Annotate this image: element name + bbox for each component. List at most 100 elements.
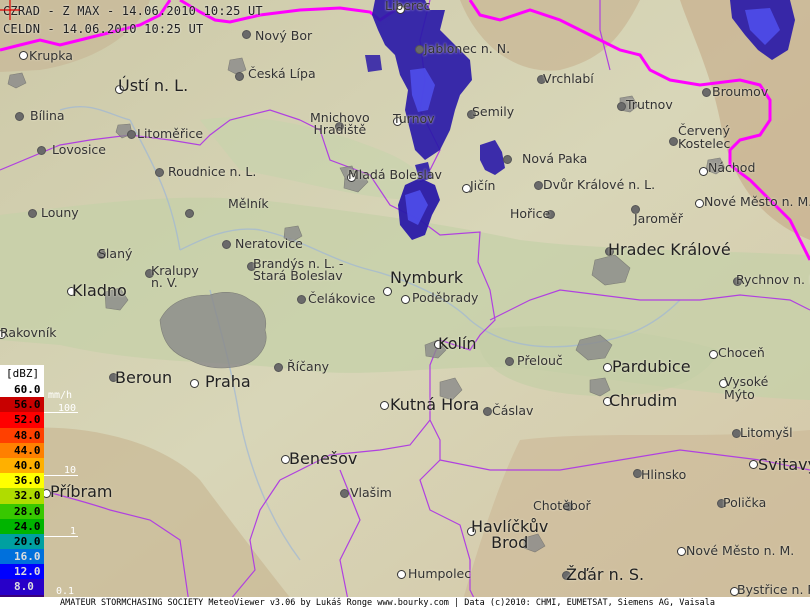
place-label-caslav: Čáslav (492, 403, 534, 418)
place-label-lovosice: Lovosice (52, 142, 106, 157)
legend-row: 8.0 (0, 579, 44, 595)
place-label-nachod: Náchod (708, 160, 756, 175)
place-marker-nova-paka (503, 155, 512, 164)
rate-label-10: 10 (64, 465, 77, 476)
place-label-prelouc: Přelouč (517, 353, 563, 368)
place-label-cerveny-kostelec: Červený Kostelec (678, 123, 731, 151)
legend-row: 36.0 (0, 473, 44, 489)
place-label-kutna-hora: Kutná Hora (390, 395, 480, 414)
place-label-kolin: Kolín (438, 334, 477, 353)
rate-label-0-1: 0.1 (56, 586, 75, 597)
place-marker-broumov (702, 88, 711, 97)
place-label-slany: Slaný (98, 246, 133, 261)
place-marker-litomerice (127, 130, 136, 139)
place-marker-nove-mesto-morave (677, 547, 686, 556)
place-marker-krupka (19, 51, 28, 60)
place-marker-bilina (15, 112, 24, 121)
place-label-nova-paka: Nová Paka (522, 151, 588, 166)
legend-row: 32.0 (0, 488, 44, 504)
place-marker-louny (28, 209, 37, 218)
place-label-neratovice: Neratovice (235, 236, 303, 251)
place-marker-jablonec (415, 45, 424, 54)
place-label-vlasim: Vlašim (350, 485, 392, 500)
place-label-turnov: Turnov (393, 111, 435, 126)
place-label-louny: Louny (41, 205, 79, 220)
place-marker-cerveny-kostelec (669, 137, 678, 146)
rate-label-1: 1 (70, 526, 77, 537)
radar-map[interactable]: CZRAD - Z MAX - 14.06.2010 10:25 UT CELD… (0, 0, 810, 610)
place-label-krupka: Krupka (29, 48, 73, 63)
place-label-mlada-boleslav: Mladá Boleslav (348, 167, 442, 182)
legend-row: 12.0 (0, 564, 44, 580)
place-marker-novy-bor (242, 30, 251, 39)
place-label-beroun: Beroun (115, 368, 173, 387)
place-label-broumov: Broumov (712, 84, 769, 99)
legend-row: 56.0 (0, 397, 44, 413)
place-label-pardubice: Pardubice (612, 357, 691, 376)
place-label-trutnov: Trutnov (626, 97, 673, 112)
place-label-usti: Ústí n. L. (118, 76, 189, 95)
place-label-nymburk: Nymburk (390, 268, 464, 287)
place-label-hradec: Hradec Králové (608, 240, 731, 259)
place-label-litomerice: Litoměřice (137, 126, 204, 141)
place-label-semily: Semily (472, 104, 515, 119)
dbz-legend: [dBZ] 60.0 56.0 52.0 48.0 44.0 40.0 36.0 32.0 28… (0, 365, 44, 610)
place-label-chrudim: Chrudim (609, 391, 678, 410)
place-label-bystrice: Bystřice n. P. (737, 582, 810, 597)
place-marker-roudnice (155, 168, 164, 177)
place-label-jicin: Jičín (470, 178, 496, 193)
place-label-litomysl: Litomyšl (740, 425, 793, 440)
place-label-kralupy: Kralupy n. V. (151, 263, 199, 290)
place-label-rakovnik: Rakovník (0, 325, 57, 340)
place-label-jaromer: Jaroměř (634, 211, 683, 226)
place-label-vrchlabi: Vrchlabí (543, 71, 594, 86)
place-label-svitavy: Svitavy (758, 455, 810, 474)
lightning-strike-marker (0, 0, 20, 20)
place-label-praha: Praha (205, 372, 251, 391)
place-label-bilina: Bílina (30, 108, 65, 123)
legend-row: 16.0 (0, 549, 44, 565)
place-label-nove-mesto-morave: Nové Město n. M. (686, 543, 795, 558)
place-label-kladno: Kladno (72, 281, 127, 300)
place-marker-nove-mesto-metuji (695, 199, 704, 208)
place-label-ricany: Říčany (287, 359, 330, 374)
place-marker-caslav (483, 407, 492, 416)
place-marker-nachod (699, 167, 708, 176)
place-marker-nymburk (383, 287, 392, 296)
place-marker-trutnov (617, 102, 626, 111)
legend-unit: mm/h (48, 390, 73, 401)
place-marker-praha (190, 379, 199, 388)
legend-row: 28.0 (0, 503, 44, 519)
place-label-liberec: Liberec (385, 0, 431, 13)
place-label-nove-mesto-metuji: Nové Město n. M. (704, 194, 810, 209)
place-label-rychnov: Rychnov n. K. (736, 272, 810, 287)
place-label-choceň: Choceň (718, 345, 765, 360)
place-marker-celakovice (297, 295, 306, 304)
place-marker-humpolec (397, 570, 406, 579)
place-marker-pardubice (603, 363, 612, 372)
place-marker-svitavy (749, 460, 758, 469)
place-marker-neratovice (222, 240, 231, 249)
place-label-benesov: Benešov (289, 449, 358, 468)
place-label-hlinsko: Hlinsko (641, 467, 687, 482)
place-label-podebrady: Poděbrady (412, 290, 479, 305)
place-label-novy-bor: Nový Bor (255, 28, 313, 43)
place-label-humpolec: Humpolec (408, 566, 472, 581)
footer-credits: AMATEUR STORMCHASING SOCIETY MeteoViewer… (0, 597, 810, 610)
place-label-policka: Polička (723, 495, 767, 510)
legend-row: 20.0 (0, 533, 44, 550)
place-label-ceska-lipa: Česká Lípa (248, 66, 316, 81)
legend-title: [dBZ] (0, 365, 44, 382)
place-label-mnichovo: Mnichovo Hradiště (310, 110, 370, 137)
place-label-zdar: Žďár n. S. (566, 565, 645, 584)
place-marker-ceska-lipa (235, 72, 244, 81)
place-label-havlickuv-brod: Havlíčkův Brod (471, 517, 549, 552)
header-lightning-line: CELDN - 14.06.2010 10:25 UT (3, 22, 204, 36)
place-label-vysoke-myto: Vysoké Mýto (724, 374, 769, 402)
place-marker-vlasim (340, 489, 349, 498)
place-marker-choceň (709, 350, 718, 359)
place-label-dvur-kralove: Dvůr Králové n. L. (543, 177, 656, 192)
place-marker-kutna-hora (380, 401, 389, 410)
place-label-celakovice: Čelákovice (308, 291, 376, 306)
place-marker-ricany (274, 363, 283, 372)
